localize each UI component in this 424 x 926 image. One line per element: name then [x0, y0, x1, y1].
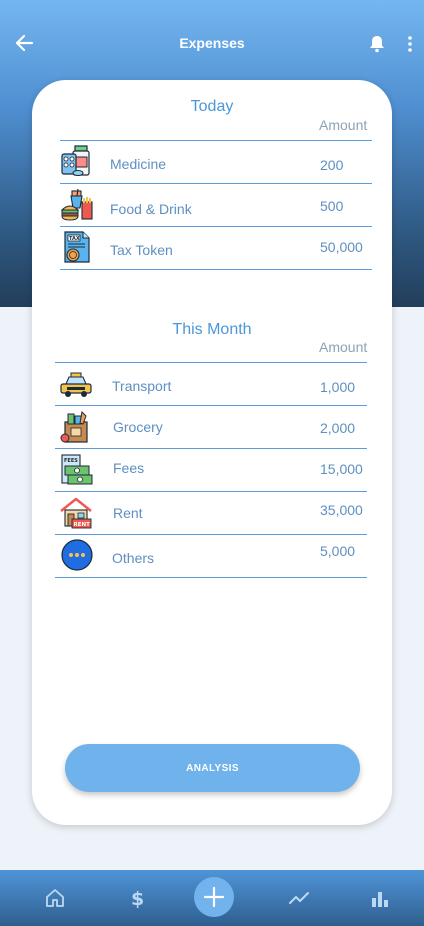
- nav-home[interactable]: [43, 886, 67, 910]
- item-label: Rent: [113, 505, 143, 521]
- item-label: Transport: [112, 378, 172, 394]
- medicine-icon: [60, 144, 94, 178]
- item-amount: 50,000: [320, 239, 363, 255]
- today-amount-header: Amount: [319, 117, 368, 133]
- bottom-nav: $: [0, 870, 424, 926]
- others-dots-icon: [60, 538, 94, 572]
- home-icon: [46, 889, 64, 907]
- trend-icon: [289, 892, 309, 904]
- divider: [55, 491, 367, 492]
- fees-icon: FEES: [59, 453, 93, 487]
- divider: [55, 577, 367, 578]
- notifications-button[interactable]: [367, 34, 387, 54]
- dollar-icon: $: [131, 888, 144, 910]
- item-amount: 1,000: [320, 379, 356, 395]
- nav-transactions[interactable]: $: [125, 886, 149, 910]
- divider: [60, 269, 372, 270]
- item-label: Tax Token: [110, 242, 173, 258]
- more-vertical-icon: [408, 36, 412, 52]
- nav-trends[interactable]: [287, 886, 311, 910]
- divider: [60, 226, 372, 227]
- food-drink-icon: [60, 188, 94, 222]
- item-amount: 5,000: [320, 543, 356, 559]
- item-label: Others: [112, 550, 155, 566]
- item-amount: 15,000: [320, 461, 363, 477]
- item-amount: 500: [320, 198, 344, 214]
- bell-icon: [370, 36, 384, 53]
- bar-chart-icon: [372, 892, 388, 907]
- svg-text:FEES: FEES: [64, 458, 78, 464]
- divider: [55, 534, 367, 535]
- svg-text:TAX: TAX: [69, 236, 80, 242]
- grocery-bag-icon: [59, 410, 93, 444]
- item-label: Fees: [113, 460, 145, 476]
- item-label: Food & Drink: [110, 201, 192, 217]
- app-bar: Expenses: [0, 0, 424, 86]
- month-title: This Month: [172, 321, 252, 338]
- rent-house-icon: RENT: [59, 496, 93, 530]
- svg-text:$: $: [131, 888, 144, 910]
- divider: [55, 405, 367, 406]
- menu-button[interactable]: [402, 34, 418, 54]
- item-label: Grocery: [113, 419, 163, 435]
- item-label: Medicine: [110, 156, 167, 172]
- divider: [60, 183, 372, 184]
- divider: [55, 448, 367, 449]
- taxi-icon: [59, 367, 93, 401]
- month-amount-header: Amount: [319, 339, 368, 355]
- add-icon: [203, 886, 225, 908]
- tax-token-icon: TAX: [60, 230, 94, 264]
- item-amount: 35,000: [320, 502, 363, 518]
- add-button[interactable]: [194, 877, 234, 917]
- svg-text:RENT: RENT: [74, 522, 91, 528]
- analysis-button[interactable]: ANALYSIS: [65, 744, 360, 792]
- item-amount: 2,000: [320, 420, 356, 436]
- divider: [60, 140, 372, 141]
- divider: [55, 362, 367, 363]
- expenses-card: Today Amount Medicine 200 Food & Drink 5…: [32, 80, 392, 825]
- page-title: Expenses: [179, 35, 245, 51]
- today-title: Today: [190, 98, 234, 115]
- nav-stats[interactable]: [368, 886, 392, 910]
- item-amount: 200: [320, 157, 344, 173]
